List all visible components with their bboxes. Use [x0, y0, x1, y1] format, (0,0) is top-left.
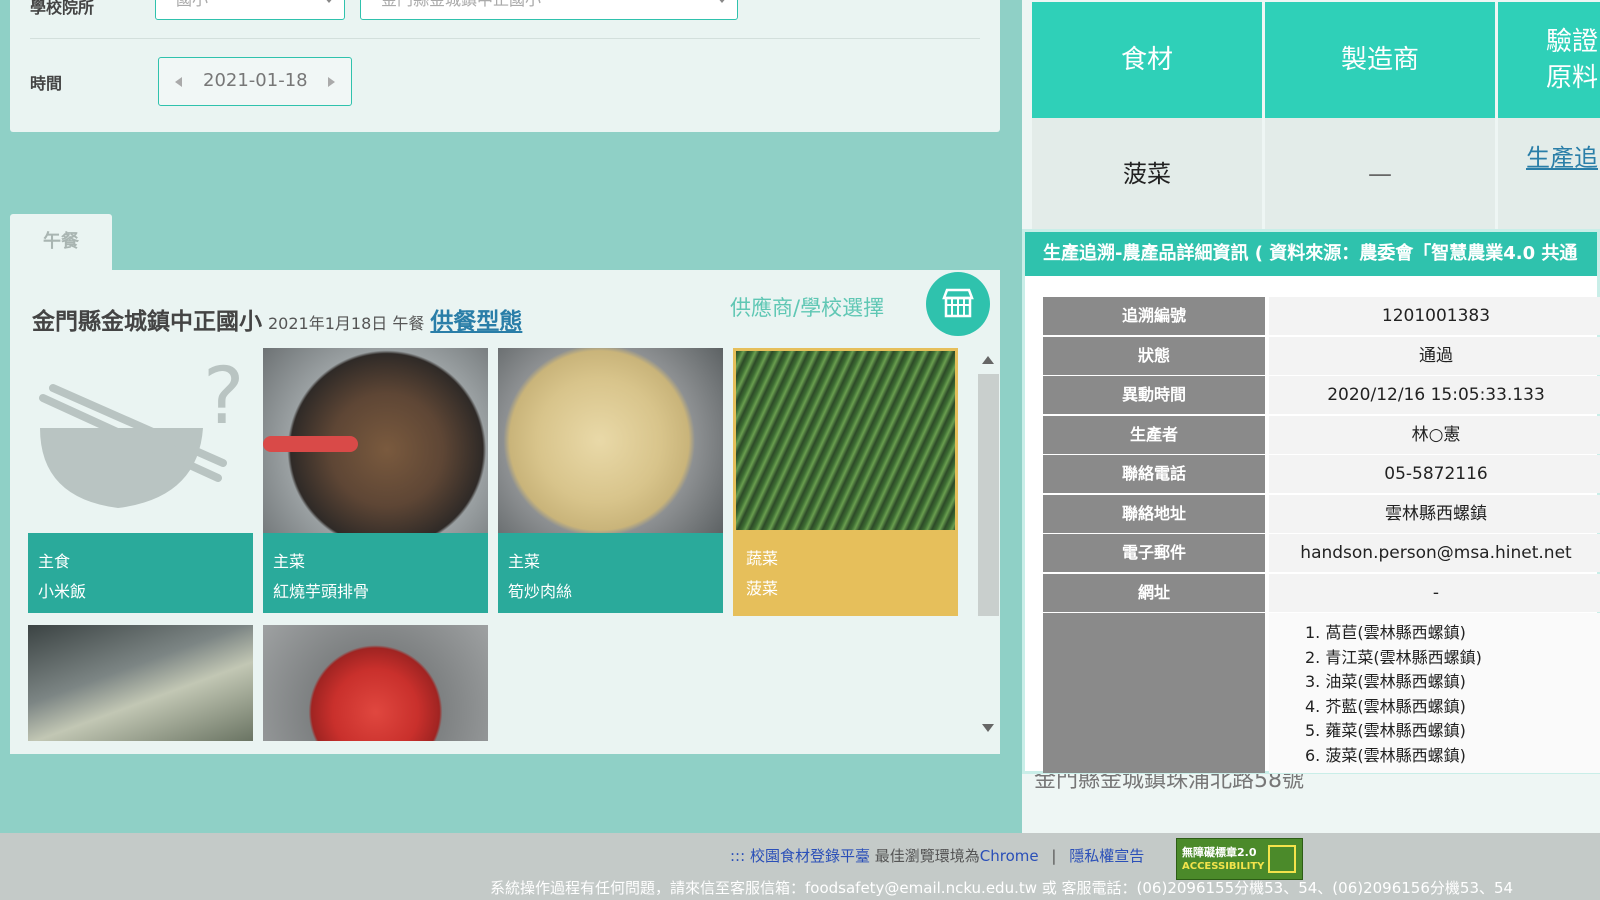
- trace-key: 生產者: [1043, 415, 1265, 454]
- col-header-ingredient: 食材: [1032, 2, 1262, 118]
- next-date-icon[interactable]: [328, 77, 335, 87]
- trace-value: 通過: [1269, 336, 1600, 375]
- trace-key: 追溯編號: [1043, 297, 1265, 335]
- trace-popup: 生產追溯-農產品詳細資訊 ( 資料來源：農委會「智慧農業4.0 共通 追溯編號 …: [1022, 229, 1600, 774]
- date-picker[interactable]: 2021-01-18: [158, 57, 352, 106]
- store-icon: [942, 288, 974, 318]
- divider: [30, 38, 980, 39]
- scroll-thumb[interactable]: [978, 374, 999, 616]
- dish-name: 菠菜: [746, 579, 779, 598]
- product-item: 5. 蕹菜(雲林縣西螺鎮): [1305, 721, 1466, 740]
- trace-value: 2020/12/16 15:05:33.133: [1269, 376, 1600, 414]
- meal-heading: 金門縣金城鎮中正國小 2021年1月18日 午餐 供餐型態: [32, 302, 522, 336]
- chevron-down-icon: [717, 0, 727, 3]
- chrome-link[interactable]: Chrome: [980, 847, 1039, 865]
- trace-value: 05-5872116: [1269, 455, 1600, 493]
- trace-value: handson.person@msa.hinet.net: [1269, 534, 1600, 572]
- dish-card[interactable]: 主菜 筍炒肉絲: [498, 348, 723, 613]
- product-item: 4. 芥藍(雲林縣西螺鎮): [1305, 696, 1466, 716]
- trace-key: 網址: [1043, 573, 1265, 612]
- school-value: 金門縣金城鎮中正國小: [381, 0, 541, 9]
- scroll-down-icon[interactable]: [982, 724, 994, 732]
- supplier-label: 供應商/學校選擇: [730, 296, 885, 320]
- trace-key: 聯絡電話: [1043, 455, 1265, 493]
- dish-caption: 蔬菜 菠菜: [736, 530, 955, 613]
- dish-name: 筍炒肉絲: [508, 582, 573, 601]
- dish-caption: 主菜 紅燒芋頭排骨: [263, 533, 488, 613]
- dish-name: 紅燒芋頭排骨: [273, 582, 370, 601]
- filter-card: 學校院所 國小 金門縣金城鎮中正國小 時間 2021-01-18: [10, 0, 1000, 132]
- badge-subtitle: ACCESSIBILITY: [1182, 861, 1265, 872]
- school-type-value: 國小: [176, 0, 208, 9]
- footer-separator: |: [1051, 847, 1057, 865]
- school-type-label: 學校院所: [30, 0, 95, 17]
- dish-photo-apple[interactable]: [263, 625, 488, 741]
- prev-date-icon[interactable]: [175, 77, 182, 87]
- school-select[interactable]: 金門縣金城鎮中正國小: [360, 0, 738, 20]
- ingredient-name: 菠菜: [1032, 118, 1262, 230]
- dish-photo: [736, 351, 955, 530]
- dish-category: 主菜: [273, 552, 306, 571]
- trace-value: 1201001383: [1269, 297, 1600, 335]
- dish-photo: [498, 348, 723, 533]
- product-item: 6. 菠菜(雲林縣西螺鎮): [1305, 745, 1466, 765]
- ingredient-manufacturer: —: [1265, 118, 1495, 230]
- col-header-manufacturer: 製造商: [1265, 2, 1495, 118]
- ladle-handle: [263, 436, 358, 452]
- dish-photo-soup[interactable]: [28, 625, 253, 741]
- product-item: 2. 青江菜(雲林縣西螺鎮): [1305, 647, 1482, 667]
- footer-links: ::: 校園食材登錄平臺 最佳瀏覽環境為Chrome | 隱私權宣告: [730, 845, 1144, 866]
- meal-scrollbar[interactable]: [976, 352, 1000, 736]
- svg-text:?: ?: [203, 352, 244, 442]
- popup-title: 生產追溯-農產品詳細資訊 ( 資料來源：農委會「智慧農業4.0 共通: [1025, 232, 1597, 276]
- trace-value: 雲林縣西螺鎮: [1269, 494, 1600, 533]
- school-type-select[interactable]: 國小: [155, 0, 345, 20]
- accessibility-badge[interactable]: 無障礙標章2.0 ACCESSIBILITY: [1176, 838, 1303, 880]
- date-value: 2021-01-18: [203, 70, 308, 91]
- trace-link[interactable]: 生產追: [1498, 118, 1600, 230]
- browser-text: 最佳瀏覽環境為: [874, 847, 980, 865]
- footer-contact-info: 系統操作過程有任何問題，請來信至客服信箱：foodsafety@email.nc…: [490, 879, 1514, 897]
- product-list: 1. 萵苣(雲林縣西螺鎮) 2. 青江菜(雲林縣西螺鎮) 3. 油菜(雲林縣西螺…: [1269, 613, 1600, 773]
- supplier-select-button[interactable]: [926, 272, 990, 336]
- scroll-up-icon[interactable]: [982, 356, 994, 364]
- dish-card[interactable]: 主菜 紅燒芋頭排骨: [263, 348, 488, 613]
- school-name: 金門縣金城鎮中正國小: [32, 309, 262, 335]
- meal-type-link[interactable]: 供餐型態: [430, 309, 522, 335]
- col-header-verification: 驗證 原料: [1498, 2, 1600, 118]
- privacy-link[interactable]: 隱私權宣告: [1069, 847, 1144, 865]
- tab-lunch[interactable]: 午餐: [10, 214, 112, 272]
- dish-photo: [263, 348, 488, 533]
- trace-key: 狀態: [1043, 336, 1265, 375]
- footer-prefix: :::: [730, 847, 746, 865]
- site-link[interactable]: 校園食材登錄平臺: [750, 847, 870, 865]
- meal-date: 2021年1月18日 午餐: [268, 314, 425, 333]
- trace-key: 電子郵件: [1043, 534, 1265, 572]
- col-header-verification-line2: 原料: [1546, 63, 1599, 93]
- trace-key: 異動時間: [1043, 376, 1265, 414]
- product-item: 3. 油菜(雲林縣西螺鎮): [1305, 672, 1466, 691]
- accessibility-icon: [1268, 845, 1296, 873]
- dish-card-selected[interactable]: 蔬菜 菠菜: [733, 348, 958, 616]
- product-list-key: [1043, 613, 1265, 773]
- bowl-placeholder-icon: ?: [28, 348, 253, 533]
- badge-title: 無障礙標章2.0: [1182, 846, 1257, 859]
- dish-caption: 主菜 筍炒肉絲: [498, 533, 723, 613]
- trace-value: -: [1269, 573, 1600, 612]
- dish-category: 蔬菜: [746, 549, 779, 568]
- trace-value: 林○憲: [1269, 415, 1600, 454]
- dish-category: 主菜: [508, 552, 541, 571]
- dish-category: 主食: [38, 552, 71, 571]
- chevron-down-icon: [324, 0, 334, 3]
- dish-name: 小米飯: [38, 582, 87, 601]
- dish-caption: 主食 小米飯: [28, 533, 253, 613]
- dish-card[interactable]: ? 主食 小米飯: [28, 348, 253, 613]
- product-item: 1. 萵苣(雲林縣西螺鎮): [1305, 623, 1466, 642]
- col-header-verification-line1: 驗證: [1546, 27, 1599, 57]
- trace-key: 聯絡地址: [1043, 494, 1265, 533]
- time-label: 時間: [30, 74, 63, 93]
